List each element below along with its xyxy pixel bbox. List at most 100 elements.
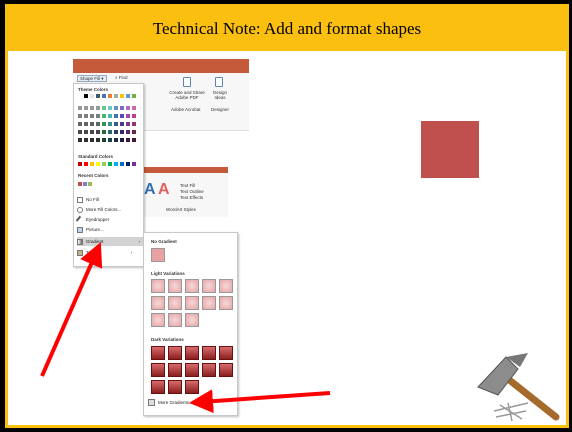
dark-gradient-swatch[interactable]: [151, 380, 165, 394]
theme-color-swatch[interactable]: [90, 106, 94, 110]
more-fill-colors-item[interactable]: More Fill Colors...: [77, 205, 121, 214]
recent-color-swatch[interactable]: [88, 182, 92, 186]
recent-color-swatch[interactable]: [83, 182, 87, 186]
text-effects-button[interactable]: Text Effects: [180, 195, 203, 200]
theme-color-swatch[interactable]: [102, 114, 106, 118]
theme-color-swatch[interactable]: [108, 114, 112, 118]
no-gradient-swatch[interactable]: [151, 248, 165, 262]
dark-gradient-swatch[interactable]: [185, 346, 199, 360]
gradient-item[interactable]: Gradient ›: [77, 237, 143, 246]
light-gradient-swatch[interactable]: [202, 296, 216, 310]
dark-gradient-swatch[interactable]: [202, 346, 216, 360]
theme-color-swatch[interactable]: [120, 130, 124, 134]
shape-fill-button[interactable]: Shape Fill ▾: [77, 75, 107, 82]
theme-color-swatch[interactable]: [114, 122, 118, 126]
text-fill-button[interactable]: Text Fill: [180, 183, 195, 188]
light-gradient-swatch[interactable]: [185, 313, 199, 327]
dark-gradient-swatch[interactable]: [219, 346, 233, 360]
light-gradient-swatch[interactable]: [219, 279, 233, 293]
theme-color-swatch[interactable]: [78, 122, 82, 126]
theme-color-swatch[interactable]: [78, 130, 82, 134]
dark-gradient-swatch[interactable]: [185, 380, 199, 394]
theme-color-swatch[interactable]: [126, 130, 130, 134]
theme-color-swatch[interactable]: [102, 138, 106, 142]
theme-color-swatch[interactable]: [90, 138, 94, 142]
theme-color-swatch[interactable]: [108, 94, 112, 98]
light-gradient-swatch[interactable]: [202, 279, 216, 293]
theme-color-swatch[interactable]: [108, 130, 112, 134]
light-gradient-swatch[interactable]: [151, 279, 165, 293]
light-gradient-swatch[interactable]: [185, 279, 199, 293]
theme-color-swatch[interactable]: [90, 114, 94, 118]
theme-color-swatch[interactable]: [114, 106, 118, 110]
find-button[interactable]: ⌕ Find: [115, 75, 128, 80]
more-gradients-item[interactable]: More Gradients...: [148, 399, 193, 406]
design-ideas-button[interactable]: Design Ideas: [211, 90, 229, 100]
theme-color-swatch[interactable]: [132, 106, 136, 110]
theme-color-swatch[interactable]: [96, 114, 100, 118]
standard-color-swatch[interactable]: [108, 162, 112, 166]
theme-color-swatch[interactable]: [126, 138, 130, 142]
theme-color-swatch[interactable]: [126, 94, 130, 98]
recent-color-swatch[interactable]: [78, 182, 82, 186]
theme-color-swatch[interactable]: [78, 114, 82, 118]
theme-color-swatch[interactable]: [78, 106, 82, 110]
standard-color-swatch[interactable]: [114, 162, 118, 166]
standard-color-swatch[interactable]: [120, 162, 124, 166]
light-gradient-swatch[interactable]: [168, 279, 182, 293]
theme-color-swatch[interactable]: [120, 114, 124, 118]
standard-color-swatch[interactable]: [78, 162, 82, 166]
theme-color-swatch[interactable]: [102, 94, 106, 98]
no-fill-item[interactable]: No Fill: [77, 195, 99, 204]
theme-color-swatch[interactable]: [132, 114, 136, 118]
dark-gradient-swatch[interactable]: [168, 380, 182, 394]
dark-gradient-swatch[interactable]: [168, 363, 182, 377]
formatted-shape[interactable]: [421, 121, 479, 178]
standard-color-swatch[interactable]: [126, 162, 130, 166]
theme-color-swatch[interactable]: [84, 138, 88, 142]
light-gradient-swatch[interactable]: [219, 296, 233, 310]
theme-color-swatch[interactable]: [114, 138, 118, 142]
theme-color-swatch[interactable]: [132, 130, 136, 134]
theme-color-swatch[interactable]: [132, 94, 136, 98]
theme-color-swatch[interactable]: [84, 122, 88, 126]
theme-color-swatch[interactable]: [126, 122, 130, 126]
theme-color-swatch[interactable]: [78, 94, 82, 98]
standard-color-swatch[interactable]: [132, 162, 136, 166]
theme-color-swatch[interactable]: [108, 138, 112, 142]
theme-color-swatch[interactable]: [126, 106, 130, 110]
theme-color-swatch[interactable]: [114, 94, 118, 98]
theme-color-swatch[interactable]: [108, 122, 112, 126]
dark-gradient-swatch[interactable]: [151, 363, 165, 377]
wordart-style-2[interactable]: A: [158, 181, 170, 199]
theme-color-swatch[interactable]: [102, 130, 106, 134]
light-gradient-swatch[interactable]: [168, 313, 182, 327]
theme-color-swatch[interactable]: [90, 122, 94, 126]
eyedropper-item[interactable]: Eyedropper: [75, 215, 109, 224]
theme-color-swatch[interactable]: [120, 106, 124, 110]
theme-color-swatch[interactable]: [102, 122, 106, 126]
theme-color-swatch[interactable]: [108, 106, 112, 110]
theme-color-swatch[interactable]: [84, 114, 88, 118]
theme-color-swatch[interactable]: [126, 114, 130, 118]
dark-gradient-swatch[interactable]: [202, 363, 216, 377]
theme-color-swatch[interactable]: [132, 138, 136, 142]
standard-color-swatch[interactable]: [90, 162, 94, 166]
text-outline-button[interactable]: Text Outline: [180, 189, 204, 194]
theme-color-swatch[interactable]: [90, 94, 94, 98]
theme-color-swatch[interactable]: [114, 114, 118, 118]
design-ideas-icon[interactable]: [215, 77, 223, 87]
light-gradient-swatch[interactable]: [168, 296, 182, 310]
theme-color-swatch[interactable]: [102, 106, 106, 110]
wordart-style-1[interactable]: A: [144, 181, 156, 199]
picture-item[interactable]: Picture...: [77, 225, 104, 234]
theme-color-swatch[interactable]: [96, 130, 100, 134]
standard-color-swatch[interactable]: [96, 162, 100, 166]
theme-color-swatch[interactable]: [96, 106, 100, 110]
dark-gradient-swatch[interactable]: [219, 363, 233, 377]
theme-color-swatch[interactable]: [96, 138, 100, 142]
texture-item[interactable]: Texture ›: [77, 248, 132, 257]
theme-color-swatch[interactable]: [96, 94, 100, 98]
light-gradient-swatch[interactable]: [185, 296, 199, 310]
dark-gradient-swatch[interactable]: [151, 346, 165, 360]
